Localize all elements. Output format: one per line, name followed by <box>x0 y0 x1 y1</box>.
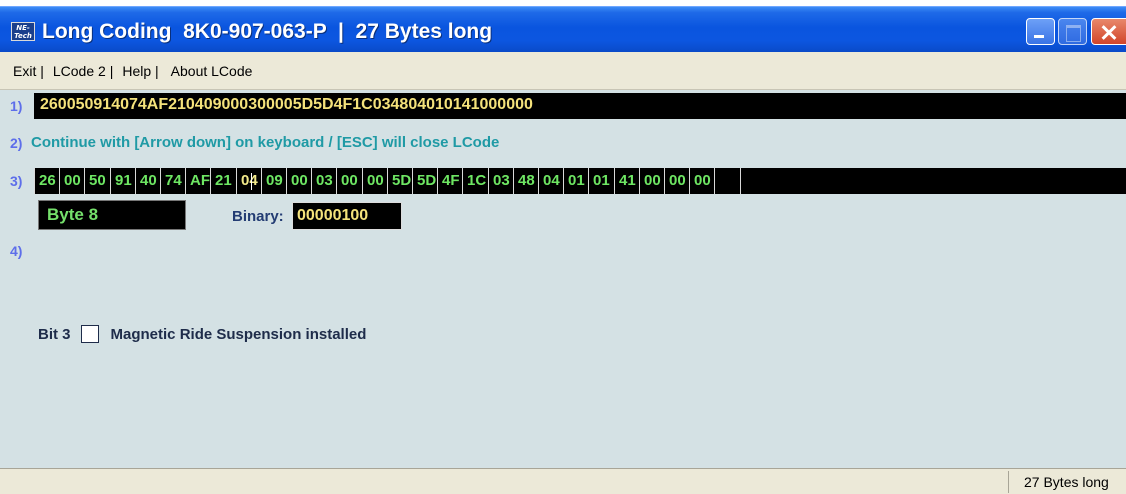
instruction-message: Continue with [Arrow down] on keyboard /… <box>31 134 500 151</box>
lcode-window: NE- Tech Long Coding 8K0-907-063-P | 27 B… <box>0 0 1126 494</box>
byte-cell[interactable]: 09 <box>261 168 286 194</box>
status-text: 27 Bytes long <box>1024 474 1109 490</box>
byte-grid: 26 00 50 91 40 74 AF 21 04 09 00 03 00 00 5D 5D 4F 1C 03 48… <box>34 168 1126 194</box>
byte-cell[interactable]: 03 <box>311 168 336 194</box>
selected-byte-box: Byte 8 <box>38 200 186 230</box>
selected-byte-label: Byte 8 <box>47 205 99 224</box>
byte-cell[interactable] <box>714 168 739 194</box>
row2-label: 2) <box>10 135 23 151</box>
byte-cell[interactable]: 00 <box>664 168 689 194</box>
byte-cell[interactable]: 74 <box>160 168 185 194</box>
byte-cell[interactable]: 00 <box>336 168 361 194</box>
byte-cell[interactable]: 48 <box>513 168 538 194</box>
window-title: Long Coding 8K0-907-063-P | 27 Bytes lon… <box>42 20 493 43</box>
menu-exit[interactable]: Exit | <box>13 63 44 79</box>
binary-value-field[interactable]: 00000100 <box>292 202 402 230</box>
byte-cell[interactable]: 4F <box>437 168 462 194</box>
row4-label: 4) <box>10 243 23 259</box>
byte-cell[interactable]: 00 <box>689 168 714 194</box>
byte-cell[interactable]: 40 <box>135 168 160 194</box>
byte-cell[interactable]: 01 <box>563 168 588 194</box>
byte-cell[interactable]: 1C <box>462 168 487 194</box>
maximize-button[interactable] <box>1058 18 1087 45</box>
byte-cell[interactable]: 04 <box>538 168 563 194</box>
byte-cell[interactable]: 50 <box>84 168 109 194</box>
byte-cell[interactable]: 01 <box>588 168 613 194</box>
menu-help[interactable]: Help | <box>122 63 158 79</box>
bit-description: Magnetic Ride Suspension installed <box>110 325 367 343</box>
byte-cell[interactable]: AF <box>185 168 210 194</box>
app-logo-icon: NE- Tech <box>11 22 35 41</box>
byte-cell[interactable]: 5D <box>387 168 412 194</box>
byte-cell[interactable]: 26 <box>34 168 59 194</box>
byte-cell[interactable]: 41 <box>614 168 639 194</box>
menu-bar: Exit | LCode 2 | Help | About LCode <box>0 52 1126 90</box>
binary-value: 00000100 <box>297 207 369 224</box>
status-bar: 27 Bytes long <box>0 468 1126 494</box>
byte-cell[interactable]: 00 <box>639 168 664 194</box>
byte-cell[interactable]: 03 <box>488 168 513 194</box>
row1-label: 1) <box>10 98 23 114</box>
menu-about[interactable]: About LCode <box>171 63 253 79</box>
byte-cell[interactable]: 00 <box>59 168 84 194</box>
bit-option-row: Bit 3 Magnetic Ride Suspension installed <box>38 324 366 344</box>
byte-cell[interactable]: 00 <box>362 168 387 194</box>
menu-lcode2[interactable]: LCode 2 | <box>53 63 113 79</box>
byte-cell[interactable]: 04 <box>236 168 261 194</box>
byte-cell[interactable]: 5D <box>412 168 437 194</box>
status-separator <box>1008 471 1009 493</box>
bit-checkbox[interactable] <box>80 325 99 343</box>
title-bar[interactable]: NE- Tech Long Coding 8K0-907-063-P | 27 B… <box>0 6 1126 52</box>
binary-label: Binary: <box>232 208 284 225</box>
coding-string-field[interactable]: 260050914074AF210409000300005D5D4F1C0348… <box>34 93 1126 119</box>
byte-cell[interactable]: 00 <box>286 168 311 194</box>
row3-label: 3) <box>10 173 23 189</box>
byte-cell[interactable] <box>740 168 765 194</box>
byte-cell[interactable]: 21 <box>210 168 235 194</box>
minimize-button[interactable] <box>1026 18 1055 45</box>
byte-cell[interactable]: 91 <box>110 168 135 194</box>
coding-string-value: 260050914074AF210409000300005D5D4F1C0348… <box>40 96 533 113</box>
close-button[interactable] <box>1091 18 1126 45</box>
bit-label: Bit 3 <box>38 325 71 343</box>
